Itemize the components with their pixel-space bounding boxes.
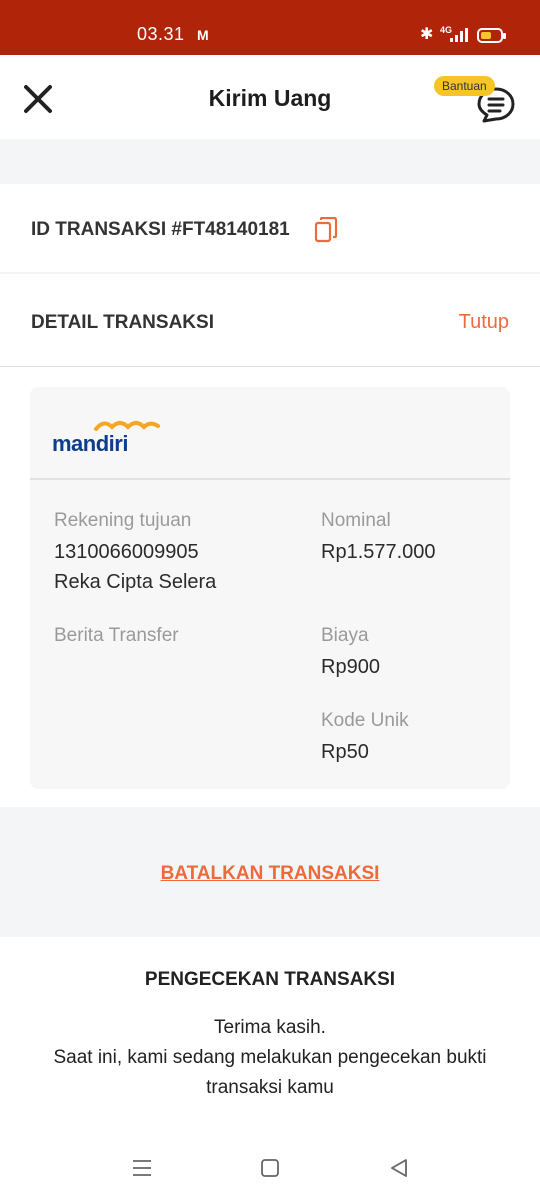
amount-label: Nominal (321, 510, 391, 531)
account-label: Rekening tujuan (54, 510, 192, 531)
help-badge: Bantuan (434, 76, 495, 96)
fee-value: Rp900 (321, 656, 380, 678)
account-number: 1310066009905 (54, 541, 199, 563)
battery-tip (503, 33, 506, 39)
detail-section-header: DETAIL TRANSAKSI Tutup (0, 274, 540, 367)
detail-card: mandiri Rekening tujuan 1310066009905 Re… (30, 387, 510, 789)
bank-header: mandiri (30, 387, 510, 480)
cancel-section: BATALKAN TRANSAKSI (0, 807, 540, 937)
status-bar: 03.31 M ✱ 4G (0, 0, 540, 55)
signal-icon (450, 28, 468, 42)
check-title: PENGECEKAN TRANSAKSI (144, 969, 396, 990)
bluetooth-icon: ✱ (420, 26, 434, 43)
app-header: Kirim Uang Bantuan (0, 55, 540, 139)
unique-code-label: Kode Unik (321, 710, 409, 731)
detail-close-link[interactable]: Tutup (459, 311, 509, 334)
cancel-transaction-link[interactable]: BATALKAN TRANSAKSI (0, 863, 540, 885)
bank-logo: mandiri (52, 417, 162, 456)
transaction-id: ID TRANSAKSI #FT48140181 (31, 219, 290, 240)
unique-code-value: Rp50 (321, 741, 369, 763)
menu-icon[interactable] (130, 1156, 154, 1180)
gmail-icon: M (197, 27, 209, 43)
check-line-1: Terima kasih. (214, 1017, 326, 1038)
account-name: Reka Cipta Selera (54, 571, 217, 593)
check-line-2: Saat ini, kami sedang melakukan pengecek… (53, 1047, 487, 1098)
status-time: 03.31 (137, 24, 185, 44)
note-label: Berita Transfer (54, 625, 179, 646)
battery-icon (477, 28, 503, 43)
copy-icon[interactable] (314, 217, 338, 243)
fee-label: Biaya (321, 625, 369, 646)
detail-title: DETAIL TRANSAKSI (31, 312, 214, 333)
system-nav-bar (0, 1140, 540, 1200)
bank-name: mandiri (52, 431, 128, 456)
detail-card-section: mandiri Rekening tujuan 1310066009905 Re… (0, 367, 540, 807)
amount-value: Rp1.577.000 (321, 541, 436, 563)
check-message: Terima kasih. Saat ini, kami sedang mela… (30, 1013, 510, 1103)
transaction-id-section: ID TRANSAKSI #FT48140181 (0, 184, 540, 272)
help-button[interactable]: Bantuan (432, 73, 522, 129)
home-icon[interactable] (258, 1156, 282, 1180)
back-icon[interactable] (387, 1156, 411, 1180)
